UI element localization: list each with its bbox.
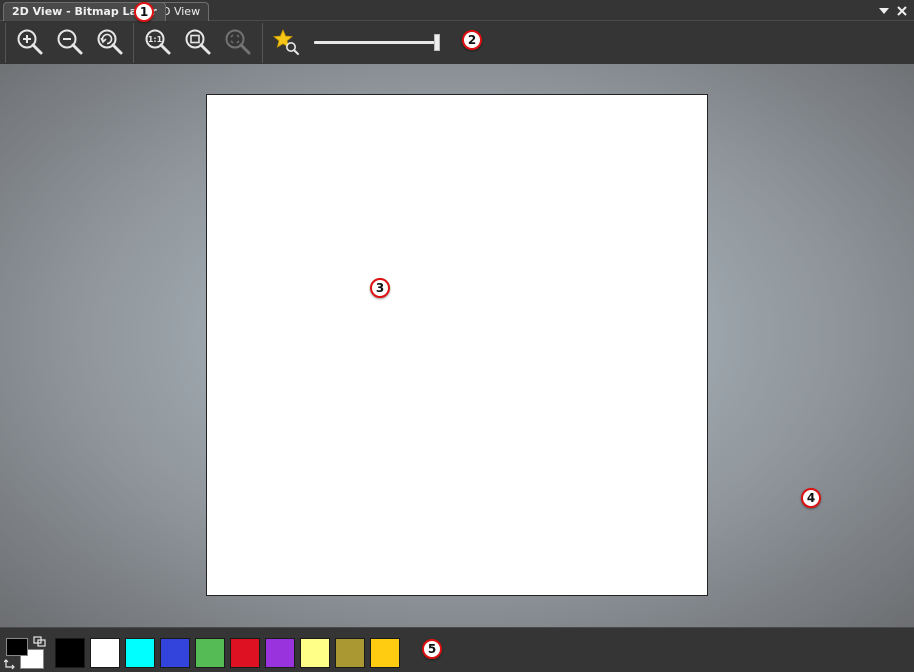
palette-swatch[interactable]: [265, 638, 295, 668]
zoom-selection-icon: [225, 29, 251, 55]
toolbar-divider: [133, 23, 134, 63]
callout-badge-3: 3: [370, 278, 390, 298]
zoom-fit-icon: [185, 29, 211, 55]
zoom-out-icon: [57, 29, 83, 55]
foreground-color-swatch[interactable]: [6, 638, 28, 656]
zoom-1-1-label: 1:1: [148, 35, 163, 44]
zoom-in-icon: [17, 29, 43, 55]
dropdown-arrow-icon[interactable]: [878, 5, 890, 17]
palette-swatch[interactable]: [55, 638, 85, 668]
callout-badge-5: 5: [422, 639, 442, 659]
callout-badge-2: 2: [462, 30, 482, 50]
zoom-1-1-icon: 1:1: [145, 29, 171, 55]
toolbar: 1:1: [0, 20, 914, 64]
swap-colors-icon[interactable]: [33, 636, 47, 648]
zoom-fit-button[interactable]: [182, 26, 214, 58]
zoom-undo-icon: [97, 29, 123, 55]
toolbar-divider: [5, 23, 6, 63]
zoom-in-button[interactable]: [14, 26, 46, 58]
foreground-background-colors: [4, 636, 46, 670]
zoom-slider-thumb[interactable]: [434, 34, 440, 51]
callout-badge-4: 4: [801, 488, 821, 508]
palette-swatch[interactable]: [230, 638, 260, 668]
close-icon[interactable]: [896, 5, 908, 17]
palette-swatch[interactable]: [90, 638, 120, 668]
zoom-selection-button[interactable]: [222, 26, 254, 58]
zoom-out-button[interactable]: [54, 26, 86, 58]
palette-swatch[interactable]: [160, 638, 190, 668]
bitmap-canvas[interactable]: [206, 94, 708, 596]
palette-swatch[interactable]: [125, 638, 155, 668]
reset-colors-icon[interactable]: [4, 658, 16, 670]
viewport-background[interactable]: [0, 64, 914, 627]
color-palette-bar: [0, 627, 914, 672]
palette-swatch[interactable]: [195, 638, 225, 668]
palette-swatch[interactable]: [335, 638, 365, 668]
zoom-reset-button[interactable]: [94, 26, 126, 58]
palette-swatch[interactable]: [370, 638, 400, 668]
star-zoom-icon: [272, 28, 299, 55]
zoom-slider-track[interactable]: [314, 41, 438, 44]
callout-badge-1: 1: [134, 2, 154, 22]
toolbar-divider: [262, 23, 263, 63]
palette-swatch[interactable]: [300, 638, 330, 668]
zoom-actual-size-button[interactable]: 1:1: [142, 26, 174, 58]
favorite-zoom-button[interactable]: [270, 26, 302, 58]
zoom-slider[interactable]: [312, 33, 442, 53]
window-controls: [878, 3, 908, 19]
